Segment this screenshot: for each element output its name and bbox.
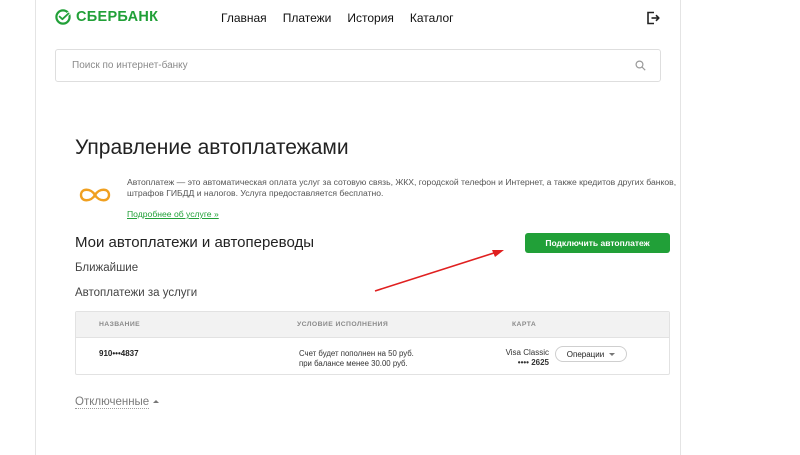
search-input[interactable] bbox=[56, 50, 660, 81]
autopayments-table: НАЗВАНИЕ УСЛОВИЕ ИСПОЛНЕНИЯ КАРТА 910•••… bbox=[75, 311, 670, 375]
condition-line-1: Счет будет пополнен на 50 руб. bbox=[299, 349, 414, 358]
page-title: Управление автоплатежами bbox=[75, 136, 349, 159]
more-about-service-link[interactable]: Подробнее об услуге » bbox=[127, 209, 219, 219]
column-header-card: КАРТА bbox=[512, 321, 537, 328]
header: СБЕРБАНК Главная Платежи История Каталог bbox=[0, 0, 800, 40]
page-frame-right bbox=[680, 0, 681, 455]
connect-autopayment-button[interactable]: Подключить автоплатеж bbox=[525, 233, 670, 253]
disabled-autopayments-toggle[interactable]: Отключенные bbox=[75, 396, 160, 409]
autopayment-condition: Счет будет пополнен на 50 руб. при балан… bbox=[299, 349, 414, 369]
infinity-icon bbox=[79, 188, 111, 202]
nav-item-home[interactable]: Главная bbox=[221, 11, 267, 25]
chevron-up-icon bbox=[153, 400, 160, 403]
search-box bbox=[55, 49, 661, 82]
search-icon[interactable] bbox=[635, 60, 646, 71]
promo-text: Автоплатеж — это автоматическая оплата у… bbox=[127, 177, 677, 198]
column-header-condition: УСЛОВИЕ ИСПОЛНЕНИЯ bbox=[297, 321, 389, 328]
section-title: Мои автоплатежи и автопереводы bbox=[75, 234, 314, 251]
logo[interactable]: СБЕРБАНК bbox=[55, 9, 158, 25]
nav-item-history[interactable]: История bbox=[347, 11, 394, 25]
table-row[interactable]: 910•••4837 Счет будет пополнен на 50 руб… bbox=[76, 338, 669, 375]
column-header-name: НАЗВАНИЕ bbox=[99, 321, 141, 328]
chevron-down-icon bbox=[609, 352, 616, 356]
logo-text: СБЕРБАНК bbox=[76, 9, 159, 25]
operations-label: Операции bbox=[566, 349, 605, 359]
card-number: •••• 2625 bbox=[517, 358, 549, 367]
services-autopayments-label: Автоплатежи за услуги bbox=[75, 287, 198, 299]
main-nav: Главная Платежи История Каталог bbox=[221, 11, 454, 25]
autopayment-name[interactable]: 910•••4837 bbox=[99, 349, 139, 358]
operations-dropdown[interactable]: Операции bbox=[555, 346, 627, 362]
card-name: Visa Classic bbox=[505, 348, 549, 357]
logout-icon[interactable] bbox=[646, 11, 660, 25]
table-header: НАЗВАНИЕ УСЛОВИЕ ИСПОЛНЕНИЯ КАРТА bbox=[76, 312, 669, 338]
sber-logo-icon bbox=[55, 9, 71, 25]
disabled-label: Отключенные bbox=[75, 396, 150, 409]
nearest-label: Ближайшие bbox=[75, 262, 139, 274]
nav-item-catalog[interactable]: Каталог bbox=[410, 11, 454, 25]
condition-line-2: при балансе менее 30.00 руб. bbox=[299, 359, 408, 368]
page-frame-left bbox=[35, 0, 36, 455]
nav-item-payments[interactable]: Платежи bbox=[283, 11, 332, 25]
card-info: Visa Classic •••• 2625 bbox=[497, 348, 549, 368]
